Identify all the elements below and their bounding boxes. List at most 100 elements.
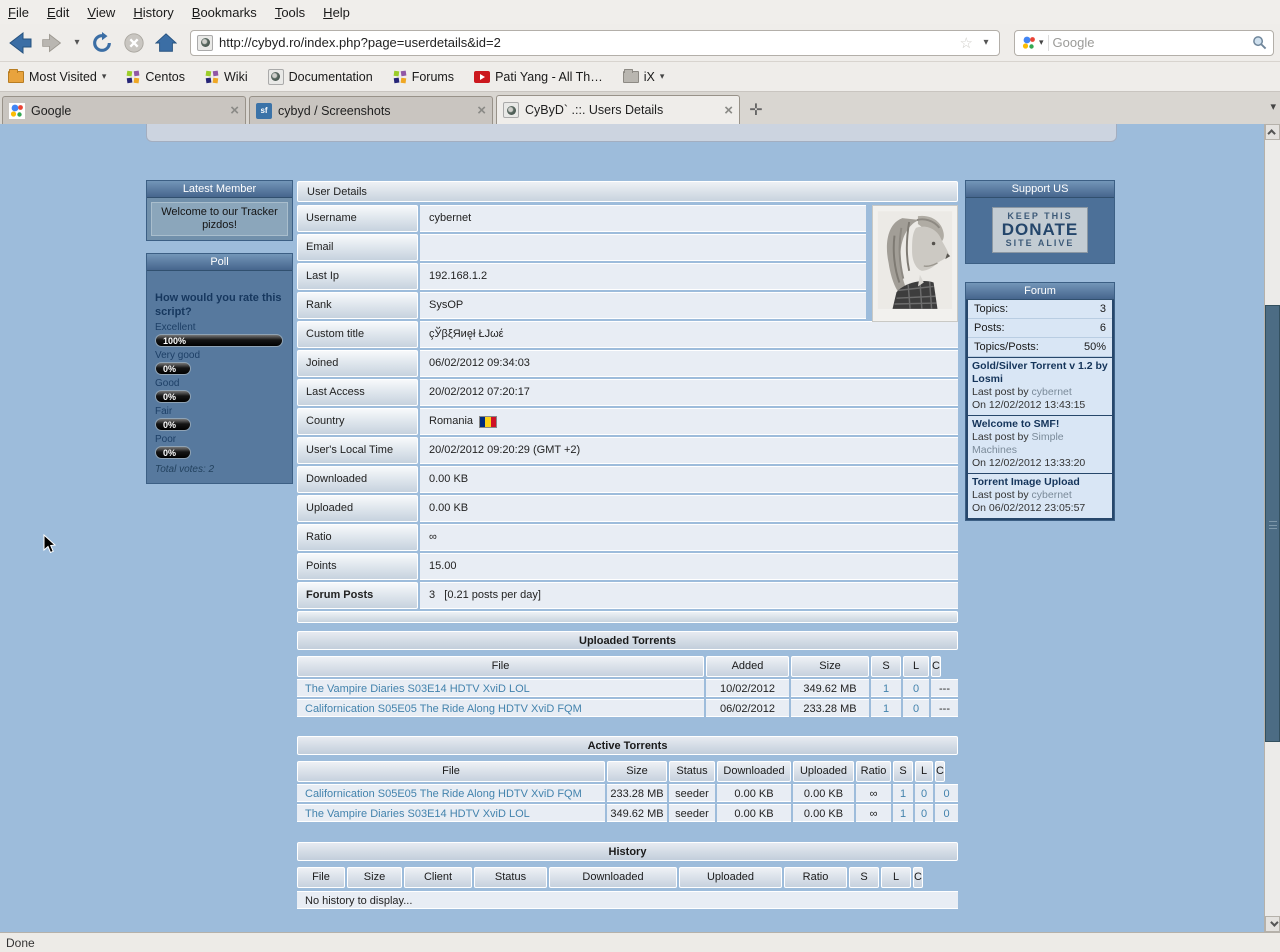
forum-box: Forum Topics: 3 Posts: 6 Topics/Posts: 5…	[965, 282, 1115, 521]
column-header: Downloaded	[549, 867, 677, 888]
tab-cybyd-screenshots[interactable]: sf cybyd / Screenshots ×	[249, 96, 493, 124]
torrent-link[interactable]: Californication S05E05 The Ride Along HD…	[305, 788, 582, 800]
stop-icon	[124, 32, 144, 53]
url-text[interactable]: http://cybyd.ro/index.php?page=userdetai…	[219, 35, 954, 50]
table-row: Country Romania	[297, 408, 958, 435]
forward-button[interactable]	[38, 29, 66, 57]
navigation-toolbar: ▾ http://cybyd.ro/index.php?page=userdet…	[0, 24, 1280, 62]
latest-member-box: Latest Member Welcome to our Tracker piz…	[146, 180, 293, 241]
column-header: Size	[347, 867, 402, 888]
menu-bookmarks[interactable]: Bookmarks	[192, 5, 257, 20]
post-author[interactable]: cybernet	[1032, 489, 1072, 501]
new-tab-button[interactable]: ✛	[743, 98, 769, 122]
field-label: Joined	[297, 350, 418, 377]
cybyd-favicon	[503, 102, 519, 118]
column-header: S	[871, 656, 901, 677]
bookmark-documentation[interactable]: Documentation	[267, 68, 373, 85]
table-row: User's Local Time 20/02/2012 09:20:29 (GM…	[297, 437, 958, 464]
tab-users-details-active[interactable]: CyByD` .::. Users Details ×	[496, 95, 740, 124]
bookmark-forums[interactable]: Forums	[393, 70, 454, 84]
forum-post-title[interactable]: Torrent Image Upload	[972, 476, 1108, 489]
site-favicon	[197, 34, 213, 51]
field-label: Last Access	[297, 379, 418, 406]
seeders-link[interactable]: 1	[900, 788, 906, 800]
post-author[interactable]: cybernet	[1032, 386, 1072, 398]
mouse-cursor	[43, 534, 56, 554]
torrent-link[interactable]: The Vampire Diaries S03E14 HDTV XviD LOL	[305, 683, 530, 695]
page-scrollbar[interactable]	[1264, 124, 1280, 932]
chevron-down-icon: ▾	[659, 71, 665, 81]
scrollbar-thumb[interactable]	[1265, 305, 1280, 742]
tab-close-button[interactable]: ×	[230, 102, 239, 119]
completed-link[interactable]: 0	[943, 788, 949, 800]
reload-button[interactable]	[88, 29, 116, 57]
forward-arrow-icon	[42, 33, 62, 52]
column-header: Ratio	[784, 867, 847, 888]
column-header: C	[935, 761, 945, 782]
uploaded: 0.00 KB	[793, 784, 854, 802]
field-value: cybernet	[420, 205, 866, 232]
donate-button[interactable]: KEEP THIS DONATE SITE ALIVE	[992, 207, 1088, 253]
bookmark-ix-folder[interactable]: iX ▾	[622, 68, 665, 84]
bookmark-label: Wiki	[224, 69, 248, 84]
search-input[interactable]: Google	[1053, 35, 1248, 50]
table-row: Email	[297, 234, 958, 261]
url-dropdown-button[interactable]: ▾	[979, 31, 993, 55]
column-header: Uploaded	[793, 761, 854, 782]
menu-file[interactable]: File	[8, 5, 29, 20]
bookmark-centos[interactable]: Centos	[126, 70, 185, 84]
torrent-link[interactable]: Californication S05E05 The Ride Along HD…	[305, 703, 582, 715]
search-engine-selector[interactable]: ▾	[1021, 34, 1049, 51]
user-details-table: Username cybernet Email Last Ip 192.168.1.…	[297, 205, 958, 609]
torrent-link[interactable]: The Vampire Diaries S03E14 HDTV XviD LOL	[305, 808, 530, 820]
bookmark-wiki[interactable]: Wiki	[205, 70, 248, 84]
documentation-icon	[267, 68, 284, 85]
site-header-partial	[146, 124, 1117, 142]
menu-edit[interactable]: Edit	[47, 5, 69, 20]
home-button[interactable]	[152, 29, 180, 57]
list-all-tabs-button[interactable]: ▾	[1270, 100, 1276, 113]
history-dropdown-button[interactable]: ▾	[70, 31, 84, 55]
back-button[interactable]	[6, 29, 34, 57]
bookmark-pati-yang[interactable]: Pati Yang - All Th…	[474, 70, 603, 84]
stat-value: 3	[1099, 303, 1106, 315]
forum-post-title[interactable]: Welcome to SMF!	[972, 418, 1108, 431]
table-row: Uploaded 0.00 KB	[297, 495, 958, 522]
seeders-link[interactable]: 1	[883, 683, 889, 695]
scrollbar-up-button[interactable]	[1265, 124, 1280, 140]
seeders-link[interactable]: 1	[900, 808, 906, 820]
field-label: Email	[297, 234, 418, 261]
seeders-link[interactable]: 1	[883, 703, 889, 715]
leechers-link[interactable]: 0	[921, 788, 927, 800]
field-label: Last Ip	[297, 263, 418, 290]
completed-link[interactable]: 0	[943, 808, 949, 820]
search-magnifier-icon[interactable]	[1252, 35, 1267, 50]
menu-help[interactable]: Help	[323, 5, 350, 20]
leechers-link[interactable]: 0	[921, 808, 927, 820]
table-row: Last Access 20/02/2012 07:20:17	[297, 379, 958, 406]
forum-stat: Topics: 3	[968, 300, 1112, 319]
forum-post-title[interactable]: Gold/Silver Torrent v 1.2 by Losmi	[972, 360, 1108, 386]
menu-tools[interactable]: Tools	[275, 5, 305, 20]
scrollbar-down-button[interactable]	[1265, 916, 1280, 932]
tab-close-button[interactable]: ×	[477, 102, 486, 119]
bookmark-most-visited[interactable]: Most Visited ▾	[8, 68, 106, 84]
column-header: L	[881, 867, 911, 888]
leechers-link[interactable]: 0	[913, 703, 919, 715]
stop-button[interactable]	[120, 29, 148, 57]
table-row: Californication S05E05 The Ride Along HD…	[297, 699, 958, 717]
table-row: Rank SysOP	[297, 292, 958, 319]
menu-view[interactable]: View	[87, 5, 115, 20]
menu-history[interactable]: History	[133, 5, 173, 20]
search-bar[interactable]: ▾ Google	[1014, 29, 1274, 56]
downloaded: 0.00 KB	[717, 804, 791, 822]
tab-google[interactable]: Google ×	[2, 96, 246, 124]
leechers-link[interactable]: 0	[913, 683, 919, 695]
tab-close-button[interactable]: ×	[724, 102, 733, 119]
url-bar[interactable]: http://cybyd.ro/index.php?page=userdetai…	[190, 29, 1000, 56]
chevron-up-icon	[1266, 129, 1276, 138]
table-row: Last Ip 192.168.1.2	[297, 263, 958, 290]
bookmark-star-icon[interactable]: ☆	[960, 34, 973, 52]
added-date: 06/02/2012	[706, 699, 789, 717]
bookmark-label: Most Visited	[29, 69, 97, 84]
